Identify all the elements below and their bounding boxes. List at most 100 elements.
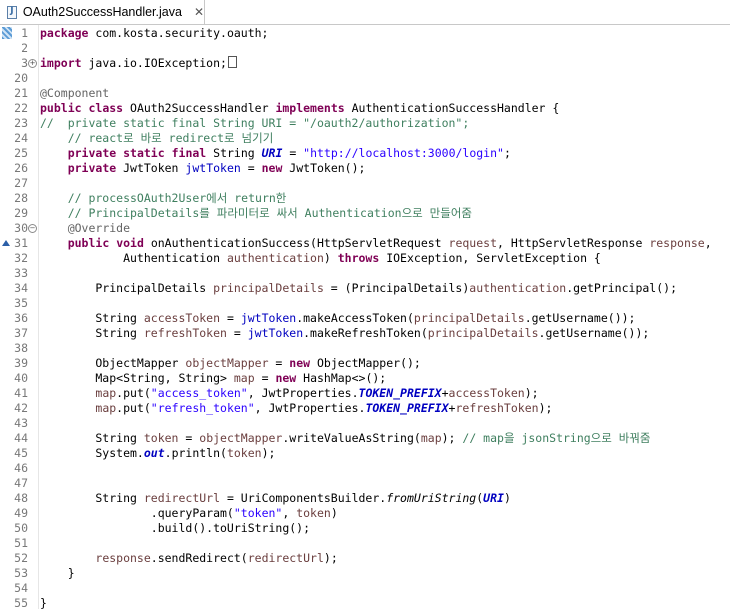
java-file-icon: J bbox=[7, 5, 17, 19]
line-number: 3 bbox=[21, 56, 28, 70]
code-token: "token" bbox=[233, 506, 283, 520]
line-number: 44 bbox=[14, 431, 28, 445]
line-number: 21 bbox=[14, 86, 28, 100]
line-number: 29 bbox=[14, 206, 28, 220]
code-token: } bbox=[40, 566, 75, 580]
code-token: ); bbox=[524, 386, 539, 400]
code-token: .queryParam( bbox=[40, 506, 234, 520]
code-token: .makeRefreshToken( bbox=[303, 326, 428, 340]
code-token: response bbox=[649, 236, 705, 250]
code-token: .getPrincipal(); bbox=[566, 281, 677, 295]
code-token: ); bbox=[538, 401, 553, 415]
code-token: import bbox=[40, 56, 82, 70]
code-token: out bbox=[143, 446, 165, 460]
code-text: String refreshToken = jwtToken.makeRefre… bbox=[40, 326, 649, 341]
code-token: authentication bbox=[469, 281, 567, 295]
line-number: 37 bbox=[14, 326, 28, 340]
code-token: .put( bbox=[116, 401, 151, 415]
code-token: new bbox=[275, 371, 297, 385]
code-token: URI bbox=[483, 491, 504, 505]
line-number: 1 bbox=[21, 26, 28, 40]
line-number: 47 bbox=[14, 476, 28, 490]
code-token: request bbox=[448, 236, 497, 250]
code-text: response.sendRedirect(redirectUrl); bbox=[40, 551, 337, 566]
line-number: 33 bbox=[14, 266, 28, 280]
code-text: .queryParam("token", token) bbox=[40, 506, 338, 521]
code-token: ObjectMapper bbox=[40, 356, 186, 370]
code-token: Map<String, String> bbox=[40, 371, 234, 385]
code-token: .writeValueAsString( bbox=[282, 431, 421, 445]
line-number: 28 bbox=[14, 191, 28, 205]
code-token: .getUsername()); bbox=[538, 326, 650, 340]
code-text: map.put("access_token", JwtProperties.TO… bbox=[40, 386, 539, 401]
code-token: , bbox=[282, 506, 297, 520]
override-indicator-icon[interactable] bbox=[2, 240, 10, 246]
code-token: = bbox=[226, 326, 248, 340]
line-number: 42 bbox=[14, 401, 28, 415]
code-token: } bbox=[40, 596, 47, 610]
code-token: TOKEN_PREFIX bbox=[358, 386, 442, 400]
line-number: 40 bbox=[14, 371, 28, 385]
line-number: 54 bbox=[14, 581, 28, 595]
code-token: private bbox=[67, 146, 117, 160]
line-number: 27 bbox=[14, 176, 28, 190]
folded-imports-box-icon[interactable] bbox=[227, 56, 237, 68]
collapse-fold-icon[interactable]: − bbox=[28, 224, 37, 233]
code-token: package bbox=[40, 26, 89, 40]
code-token: principalDetails bbox=[213, 281, 324, 295]
code-token: public bbox=[40, 101, 82, 115]
line-number: 22 bbox=[14, 101, 28, 115]
code-token: refreshToken bbox=[143, 326, 227, 340]
code-token: map bbox=[233, 371, 255, 385]
line-number: 36 bbox=[14, 311, 28, 325]
close-icon[interactable]: ✕ bbox=[194, 5, 204, 19]
code-token: = bbox=[268, 356, 290, 370]
code-token: String bbox=[40, 311, 144, 325]
editor-tab-bar: J OAuth2SuccessHandler.java ✕ bbox=[0, 0, 730, 25]
line-number: 24 bbox=[14, 131, 28, 145]
code-text: String token = objectMapper.writeValueAs… bbox=[40, 431, 651, 446]
code-token: // processOAuth2User에서 return한 bbox=[40, 191, 287, 205]
code-text: map.put("refresh_token", JwtProperties.T… bbox=[40, 401, 552, 416]
code-token: @Component bbox=[40, 86, 110, 100]
code-token: String bbox=[206, 146, 262, 160]
code-token: // map을 jsonString으로 바꿔줌 bbox=[462, 431, 651, 445]
line-number: 51 bbox=[14, 536, 28, 550]
code-token: principalDetails bbox=[427, 326, 539, 340]
code-token: jwtToken bbox=[247, 326, 304, 340]
code-text: // private static final String URI = "/o… bbox=[40, 116, 469, 131]
line-number: 52 bbox=[14, 551, 28, 565]
code-token: ) bbox=[330, 506, 338, 520]
expand-fold-icon[interactable]: + bbox=[28, 59, 37, 68]
line-number: 31 bbox=[14, 236, 28, 250]
code-token: System. bbox=[40, 446, 144, 460]
code-token: ObjectMapper(); bbox=[310, 356, 421, 370]
line-number: 35 bbox=[14, 296, 28, 310]
code-token: new bbox=[261, 161, 283, 175]
code-token: .println( bbox=[164, 446, 227, 460]
line-number: 20 bbox=[14, 71, 28, 85]
code-text: import java.io.IOException; bbox=[40, 56, 237, 71]
code-token: = UriComponentsBuilder. bbox=[220, 491, 387, 505]
line-number: 48 bbox=[14, 491, 28, 505]
code-token: private bbox=[67, 161, 117, 175]
code-text: .build().toUriString(); bbox=[40, 521, 310, 536]
code-token: redirectUrl bbox=[247, 551, 324, 565]
code-editor[interactable]: 1 package com.kosta.security.oauth; 2 3 + imp… bbox=[0, 25, 730, 610]
code-text: System.out.println(token); bbox=[40, 446, 275, 461]
code-token: throws bbox=[337, 251, 380, 265]
code-token: class bbox=[88, 101, 124, 115]
code-token: token bbox=[143, 431, 179, 445]
line-number: 41 bbox=[14, 386, 28, 400]
code-token: String bbox=[40, 326, 144, 340]
code-text: private JwtToken jwtToken = new JwtToken… bbox=[40, 161, 366, 176]
editor-tab[interactable]: J OAuth2SuccessHandler.java ✕ bbox=[0, 0, 205, 24]
code-token: .sendRedirect( bbox=[150, 551, 248, 565]
code-token: , HttpServletResponse bbox=[497, 236, 650, 250]
line-number: 49 bbox=[14, 506, 28, 520]
